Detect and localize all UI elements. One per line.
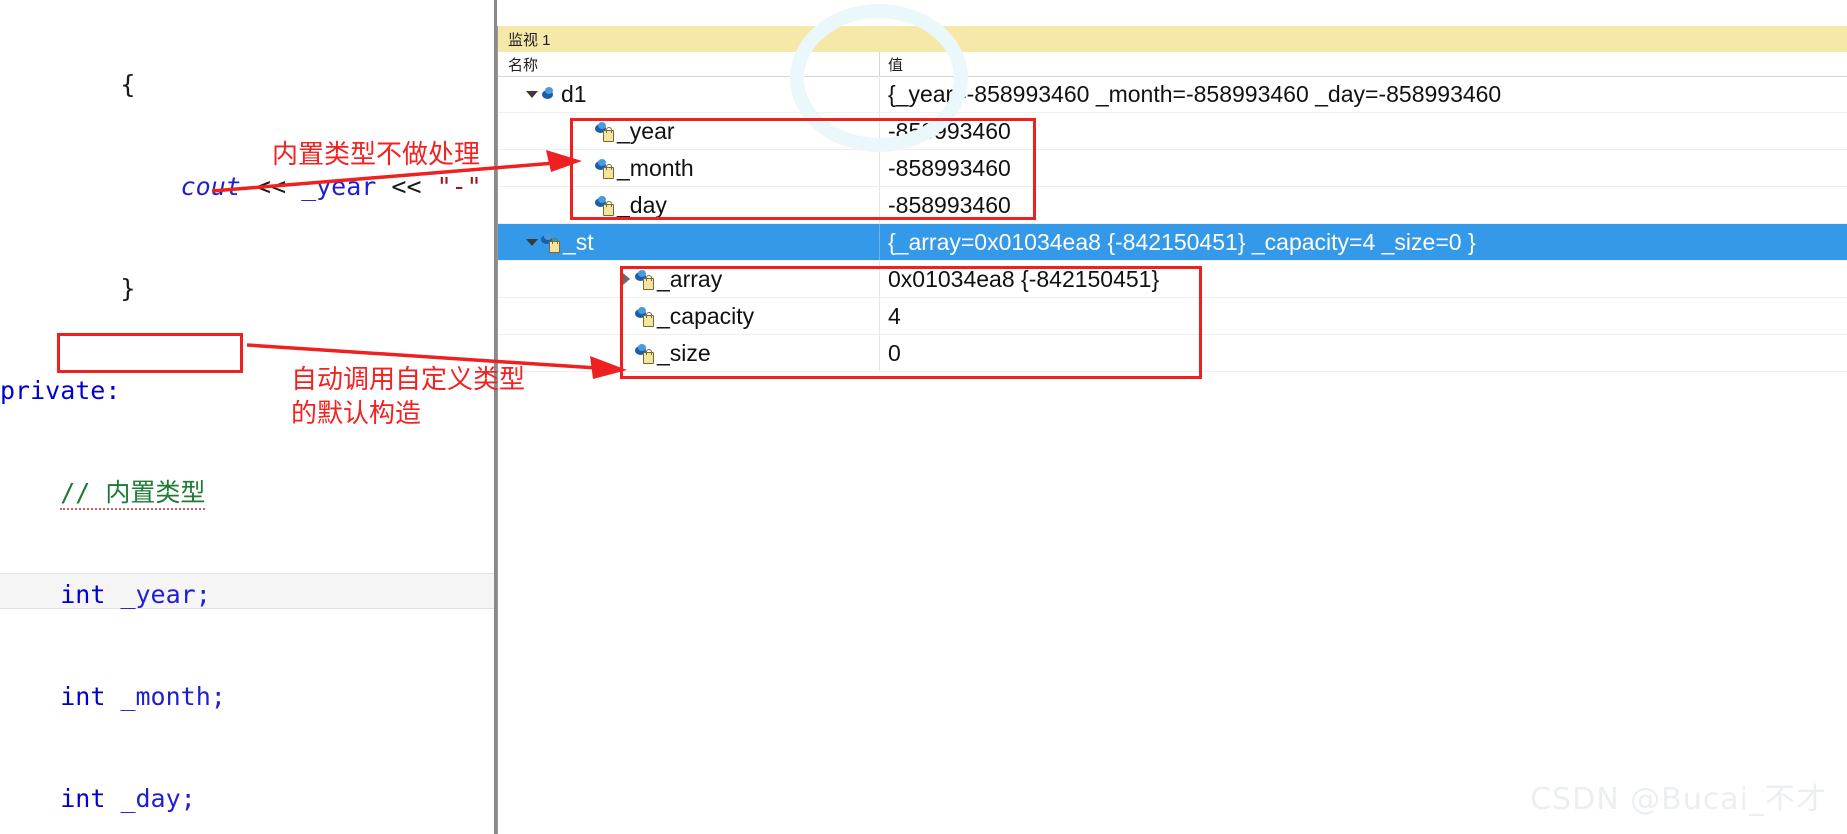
watch-column-headers: 名称 值 — [498, 52, 1847, 77]
private-field-icon — [540, 232, 560, 253]
code-line: cout << _year << "-" << — [0, 170, 496, 204]
spacer-icon — [578, 113, 594, 149]
code-line: { — [0, 70, 136, 99]
token-field-year: _year; — [120, 580, 211, 609]
code-line: // 内置类型 — [0, 476, 496, 510]
watch-tabstrip: 监视 1 — [498, 26, 1847, 53]
token-cout: cout — [180, 172, 241, 201]
token-shift-2: << — [391, 172, 422, 201]
watch-row-value[interactable]: {_year=-858993460 _month=-858993460 _day… — [880, 76, 1847, 112]
watch-row-name: d1 — [561, 80, 587, 107]
watch-row[interactable]: _year -858993460 — [498, 113, 1847, 150]
spacer-icon — [578, 187, 594, 223]
spacer-icon — [578, 150, 594, 186]
token-int-2: int — [60, 682, 106, 711]
spacer-icon — [618, 335, 634, 371]
watch-row-value[interactable]: {_array=0x01034ea8 {-842150451} _capacit… — [880, 224, 1847, 260]
column-header-name[interactable]: 名称 — [498, 52, 880, 76]
watch-rows[interactable]: d1 {_year=-858993460 _month=-858993460 _d… — [498, 76, 1847, 834]
watch-row[interactable]: _array 0x01034ea8 {-842150451} — [498, 261, 1847, 298]
watch-row-name-cell[interactable]: _month — [498, 150, 880, 186]
watch-row-name-cell[interactable]: d1 — [498, 76, 880, 112]
watch-row-name: _st — [563, 228, 594, 255]
code-editor[interactable]: { cout << _year << "-" << } private: // … — [0, 0, 496, 834]
watch-row-name: _day — [617, 191, 667, 218]
chevron-right-icon[interactable] — [618, 261, 634, 297]
watch-row-value[interactable]: 0 — [880, 335, 1847, 371]
chevron-down-icon[interactable] — [524, 76, 540, 112]
spacer-icon — [618, 298, 634, 334]
token-private: private: — [0, 376, 121, 405]
screenshot-root: { cout << _year << "-" << } private: // … — [0, 0, 1847, 834]
watch-row[interactable]: _st {_array=0x01034ea8 {-842150451} _capa… — [498, 224, 1847, 261]
watch-row-name-cell[interactable]: _capacity — [498, 298, 880, 334]
watch-row-name-cell[interactable]: _array — [498, 261, 880, 297]
token-dash-string: "-" — [436, 172, 482, 201]
private-field-icon — [634, 343, 654, 364]
code-line: int _month; — [0, 680, 496, 714]
watch-row-value[interactable]: 0x01034ea8 {-842150451} — [880, 261, 1847, 297]
token-shift-1: << — [255, 172, 287, 201]
object-icon — [540, 86, 557, 103]
watch-row[interactable]: d1 {_year=-858993460 _month=-858993460 _d… — [498, 76, 1847, 113]
private-field-icon — [634, 306, 654, 327]
watch-row-name-cell[interactable]: _st — [498, 224, 880, 260]
token-int-3: int — [60, 784, 106, 813]
private-field-icon — [594, 158, 614, 179]
private-field-icon — [594, 121, 614, 142]
watch-row-name-cell[interactable]: _size — [498, 335, 880, 371]
token-field-day: _day; — [120, 784, 196, 813]
watch-row-value[interactable]: -858993460 — [880, 150, 1847, 186]
column-header-value[interactable]: 值 — [880, 52, 1847, 76]
watch-row-name: _month — [617, 154, 694, 181]
token-field-month: _month; — [120, 682, 226, 711]
token-comment-builtin: // 内置类型 — [60, 478, 206, 510]
watch-row-value[interactable]: -858993460 — [880, 113, 1847, 149]
watch-row[interactable]: _month -858993460 — [498, 150, 1847, 187]
watch-row-value[interactable]: -858993460 — [880, 187, 1847, 223]
code-line: } — [0, 274, 136, 303]
watch-window[interactable]: 监视 1 名称 值 d1 {_year=-858993460 _month=-85… — [497, 26, 1847, 834]
watch-row-name-cell[interactable]: _year — [498, 113, 880, 149]
watch-row-name: _array — [657, 265, 723, 292]
private-field-icon — [634, 269, 654, 290]
watch-row[interactable]: _capacity 4 — [498, 298, 1847, 335]
watch-row[interactable]: _day -858993460 — [498, 187, 1847, 224]
private-field-icon — [594, 195, 614, 216]
watch-row[interactable]: _size 0 — [498, 335, 1847, 372]
watch-row-name: _size — [657, 339, 711, 366]
watch-row-name: _capacity — [657, 302, 755, 329]
token-year: _year — [301, 172, 377, 201]
code-line: private: — [0, 374, 496, 408]
code-line: int _year; — [0, 578, 496, 612]
tab-watch-1[interactable]: 监视 1 — [498, 26, 565, 52]
code-text: { cout << _year << "-" << } private: // … — [0, 0, 496, 834]
token-int-1: int — [60, 580, 106, 609]
watch-row-value[interactable]: 4 — [880, 298, 1847, 334]
chevron-down-icon[interactable] — [524, 224, 540, 260]
watch-row-name: _year — [617, 117, 675, 144]
code-line: int _day; — [0, 782, 496, 816]
watch-row-name-cell[interactable]: _day — [498, 187, 880, 223]
